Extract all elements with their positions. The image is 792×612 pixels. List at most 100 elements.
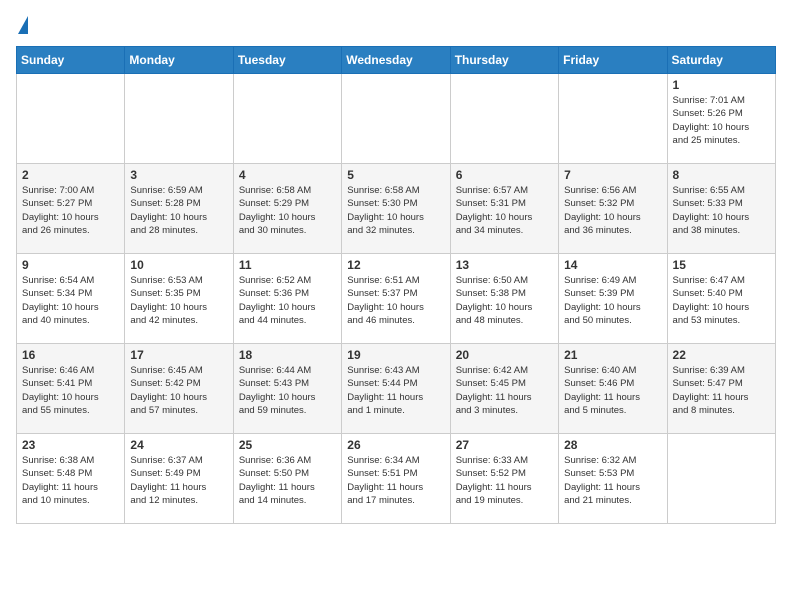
calendar-week-2: 2 Sunrise: 7:00 AM Sunset: 5:27 PM Daylig… (17, 164, 776, 254)
calendar-cell: 18 Sunrise: 6:44 AM Sunset: 5:43 PM Dayli… (233, 344, 341, 434)
day-number: 2 (22, 168, 119, 182)
day-info: Sunrise: 7:00 AM Sunset: 5:27 PM Dayligh… (22, 184, 119, 237)
calendar-cell: 24 Sunrise: 6:37 AM Sunset: 5:49 PM Dayli… (125, 434, 233, 524)
day-number: 20 (456, 348, 553, 362)
day-info: Sunrise: 6:37 AM Sunset: 5:49 PM Dayligh… (130, 454, 227, 507)
day-info: Sunrise: 6:55 AM Sunset: 5:33 PM Dayligh… (673, 184, 770, 237)
calendar-cell: 14Sunrise: 6:49 AM Sunset: 5:39 PM Dayli… (559, 254, 667, 344)
day-number: 3 (130, 168, 227, 182)
day-number: 9 (22, 258, 119, 272)
day-number: 22 (673, 348, 770, 362)
calendar-cell: 11 Sunrise: 6:52 AM Sunset: 5:36 PM Dayli… (233, 254, 341, 344)
day-info: Sunrise: 6:33 AM Sunset: 5:52 PM Dayligh… (456, 454, 553, 507)
calendar-cell: 3 Sunrise: 6:59 AM Sunset: 5:28 PM Daylig… (125, 164, 233, 254)
day-number: 18 (239, 348, 336, 362)
calendar-cell: 17Sunrise: 6:45 AM Sunset: 5:42 PM Dayli… (125, 344, 233, 434)
calendar-cell: 19 Sunrise: 6:43 AM Sunset: 5:44 PM Dayli… (342, 344, 450, 434)
day-number: 5 (347, 168, 444, 182)
day-number: 14 (564, 258, 661, 272)
calendar-cell: 12 Sunrise: 6:51 AM Sunset: 5:37 PM Dayli… (342, 254, 450, 344)
calendar-cell: 7 Sunrise: 6:56 AM Sunset: 5:32 PM Daylig… (559, 164, 667, 254)
calendar-cell: 21 Sunrise: 6:40 AM Sunset: 5:46 PM Dayli… (559, 344, 667, 434)
calendar-week-1: 1 Sunrise: 7:01 AM Sunset: 5:26 PM Daylig… (17, 74, 776, 164)
day-info: Sunrise: 6:42 AM Sunset: 5:45 PM Dayligh… (456, 364, 553, 417)
day-number: 26 (347, 438, 444, 452)
calendar-cell: 15 Sunrise: 6:47 AM Sunset: 5:40 PM Dayli… (667, 254, 775, 344)
day-info: Sunrise: 6:43 AM Sunset: 5:44 PM Dayligh… (347, 364, 444, 417)
calendar-cell (667, 434, 775, 524)
calendar-table: SundayMondayTuesdayWednesdayThursdayFrid… (16, 46, 776, 524)
day-number: 12 (347, 258, 444, 272)
calendar-cell (342, 74, 450, 164)
weekday-header-tuesday: Tuesday (233, 47, 341, 74)
day-number: 7 (564, 168, 661, 182)
calendar-cell: 6 Sunrise: 6:57 AM Sunset: 5:31 PM Daylig… (450, 164, 558, 254)
calendar-cell: 22 Sunrise: 6:39 AM Sunset: 5:47 PM Dayli… (667, 344, 775, 434)
calendar-cell: 9Sunrise: 6:54 AM Sunset: 5:34 PM Daylig… (17, 254, 125, 344)
day-number: 21 (564, 348, 661, 362)
weekday-header-monday: Monday (125, 47, 233, 74)
calendar-cell: 13 Sunrise: 6:50 AM Sunset: 5:38 PM Dayli… (450, 254, 558, 344)
day-number: 28 (564, 438, 661, 452)
logo-triangle-icon (18, 16, 28, 34)
logo (16, 16, 28, 34)
day-info: Sunrise: 6:52 AM Sunset: 5:36 PM Dayligh… (239, 274, 336, 327)
day-info: Sunrise: 6:44 AM Sunset: 5:43 PM Dayligh… (239, 364, 336, 417)
calendar-cell: 25 Sunrise: 6:36 AM Sunset: 5:50 PM Dayli… (233, 434, 341, 524)
weekday-header-friday: Friday (559, 47, 667, 74)
day-number: 17 (130, 348, 227, 362)
day-info: Sunrise: 6:50 AM Sunset: 5:38 PM Dayligh… (456, 274, 553, 327)
day-info: Sunrise: 6:58 AM Sunset: 5:29 PM Dayligh… (239, 184, 336, 237)
day-number: 1 (673, 78, 770, 92)
calendar-cell: 23Sunrise: 6:38 AM Sunset: 5:48 PM Dayli… (17, 434, 125, 524)
calendar-cell: 16 Sunrise: 6:46 AM Sunset: 5:41 PM Dayli… (17, 344, 125, 434)
day-number: 27 (456, 438, 553, 452)
day-info: Sunrise: 6:38 AM Sunset: 5:48 PM Dayligh… (22, 454, 119, 507)
day-info: Sunrise: 6:46 AM Sunset: 5:41 PM Dayligh… (22, 364, 119, 417)
weekday-header-row: SundayMondayTuesdayWednesdayThursdayFrid… (17, 47, 776, 74)
calendar-cell (559, 74, 667, 164)
day-number: 6 (456, 168, 553, 182)
day-number: 4 (239, 168, 336, 182)
calendar-cell: 10 Sunrise: 6:53 AM Sunset: 5:35 PM Dayli… (125, 254, 233, 344)
day-info: Sunrise: 6:53 AM Sunset: 5:35 PM Dayligh… (130, 274, 227, 327)
calendar-cell (17, 74, 125, 164)
day-info: Sunrise: 6:58 AM Sunset: 5:30 PM Dayligh… (347, 184, 444, 237)
day-info: Sunrise: 6:57 AM Sunset: 5:31 PM Dayligh… (456, 184, 553, 237)
day-info: Sunrise: 6:39 AM Sunset: 5:47 PM Dayligh… (673, 364, 770, 417)
calendar-week-3: 9Sunrise: 6:54 AM Sunset: 5:34 PM Daylig… (17, 254, 776, 344)
day-number: 15 (673, 258, 770, 272)
weekday-header-wednesday: Wednesday (342, 47, 450, 74)
day-info: Sunrise: 6:47 AM Sunset: 5:40 PM Dayligh… (673, 274, 770, 327)
calendar-cell: 8 Sunrise: 6:55 AM Sunset: 5:33 PM Daylig… (667, 164, 775, 254)
day-number: 24 (130, 438, 227, 452)
calendar-week-4: 16 Sunrise: 6:46 AM Sunset: 5:41 PM Dayli… (17, 344, 776, 434)
day-number: 25 (239, 438, 336, 452)
calendar-cell: 26 Sunrise: 6:34 AM Sunset: 5:51 PM Dayli… (342, 434, 450, 524)
day-info: Sunrise: 6:36 AM Sunset: 5:50 PM Dayligh… (239, 454, 336, 507)
calendar-cell: 20 Sunrise: 6:42 AM Sunset: 5:45 PM Dayli… (450, 344, 558, 434)
calendar-cell (233, 74, 341, 164)
day-info: Sunrise: 6:59 AM Sunset: 5:28 PM Dayligh… (130, 184, 227, 237)
day-info: Sunrise: 6:34 AM Sunset: 5:51 PM Dayligh… (347, 454, 444, 507)
weekday-header-saturday: Saturday (667, 47, 775, 74)
day-info: Sunrise: 7:01 AM Sunset: 5:26 PM Dayligh… (673, 94, 770, 147)
calendar-cell (450, 74, 558, 164)
page-header (16, 16, 776, 34)
day-number: 16 (22, 348, 119, 362)
day-info: Sunrise: 6:32 AM Sunset: 5:53 PM Dayligh… (564, 454, 661, 507)
calendar-week-5: 23Sunrise: 6:38 AM Sunset: 5:48 PM Dayli… (17, 434, 776, 524)
calendar-cell: 4 Sunrise: 6:58 AM Sunset: 5:29 PM Daylig… (233, 164, 341, 254)
calendar-cell (125, 74, 233, 164)
day-number: 8 (673, 168, 770, 182)
day-info: Sunrise: 6:56 AM Sunset: 5:32 PM Dayligh… (564, 184, 661, 237)
day-info: Sunrise: 6:40 AM Sunset: 5:46 PM Dayligh… (564, 364, 661, 417)
day-number: 19 (347, 348, 444, 362)
weekday-header-thursday: Thursday (450, 47, 558, 74)
day-number: 10 (130, 258, 227, 272)
day-number: 13 (456, 258, 553, 272)
day-info: Sunrise: 6:51 AM Sunset: 5:37 PM Dayligh… (347, 274, 444, 327)
calendar-cell: 1 Sunrise: 7:01 AM Sunset: 5:26 PM Daylig… (667, 74, 775, 164)
day-number: 11 (239, 258, 336, 272)
calendar-cell: 28 Sunrise: 6:32 AM Sunset: 5:53 PM Dayli… (559, 434, 667, 524)
